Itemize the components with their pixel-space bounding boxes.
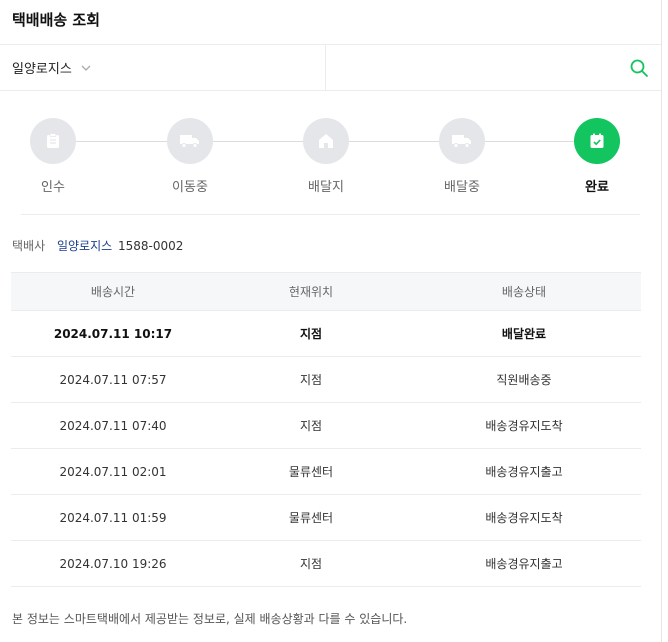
row-time: 2024.07.10 19:26 (11, 540, 215, 587)
row-location: 지점 (215, 402, 407, 449)
row-time: 2024.07.11 10:17 (11, 310, 215, 357)
table-row: 2024.07.11 02:01 물류센터 배송경유지출고 (11, 448, 641, 495)
step-label: 완료 (585, 180, 609, 195)
delivery-tracking-panel: 택배배송 조회 일양로지스 인수 이동중 배달지 배달중 완료 택배사 일양로지… (0, 0, 662, 642)
page-title: 택배배송 조회 (12, 11, 101, 29)
column-header-location: 현재위치 (215, 272, 407, 311)
row-time: 2024.07.11 07:57 (11, 356, 215, 403)
chevron-down-icon (81, 65, 91, 71)
step-received: 인수 (13, 118, 93, 195)
carrier-select[interactable]: 일양로지스 (0, 45, 326, 90)
table-header-row: 배송시간 현재위치 배송상태 (11, 272, 641, 311)
table-row: 2024.07.10 19:26 지점 배송경유지출고 (11, 540, 641, 587)
step-circle (303, 118, 349, 164)
row-time: 2024.07.11 02:01 (11, 448, 215, 495)
truck-icon (452, 135, 471, 148)
carrier-name-link[interactable]: 일양로지스 (57, 239, 112, 253)
step-completed: 완료 (557, 118, 637, 195)
row-time: 2024.07.11 07:40 (11, 402, 215, 449)
header: 택배배송 조회 (0, 0, 661, 45)
step-in-transit: 이동중 (150, 118, 230, 195)
carrier-phone: 1588-0002 (117, 239, 184, 253)
row-location: 지점 (215, 356, 407, 403)
tracking-number-input[interactable] (338, 60, 629, 75)
tracking-history-table: 배송시간 현재위치 배송상태 2024.07.11 10:17 지점 배달완료 … (11, 272, 641, 587)
step-out-for-delivery: 배달중 (422, 118, 502, 195)
table-row: 2024.07.11 07:40 지점 배송경유지도착 (11, 402, 641, 449)
step-circle (574, 118, 620, 164)
carrier-select-value: 일양로지스 (12, 62, 72, 77)
row-status: 배송경유지도착 (407, 494, 641, 541)
step-label: 배달중 (444, 180, 480, 195)
row-status: 배달완료 (407, 310, 641, 357)
step-circle (30, 118, 76, 164)
step-circle (167, 118, 213, 164)
step-circle (439, 118, 485, 164)
row-location: 물류센터 (215, 448, 407, 495)
table-row: 2024.07.11 10:17 지점 배달완료 (11, 310, 641, 357)
truck-icon (180, 135, 199, 148)
row-status: 직원배송중 (407, 356, 641, 403)
disclaimer-notice: 본 정보는 스마트택배에서 제공받는 정보로, 실제 배송상황과 다를 수 있습… (12, 612, 408, 626)
carrier-info: 택배사 일양로지스 1588-0002 (0, 215, 661, 271)
check-clipboard-icon (590, 133, 604, 148)
delivery-steps: 인수 이동중 배달지 배달중 완료 (21, 91, 640, 215)
search-field (326, 45, 661, 90)
column-header-time: 배송시간 (11, 272, 215, 311)
row-status: 배송경유지도착 (407, 402, 641, 449)
row-status: 배송경유지출고 (407, 448, 641, 495)
row-location: 지점 (215, 540, 407, 587)
column-header-status: 배송상태 (407, 272, 641, 311)
step-label: 이동중 (172, 180, 208, 195)
step-label: 배달지 (308, 180, 344, 195)
row-location: 물류센터 (215, 494, 407, 541)
row-status: 배송경유지출고 (407, 540, 641, 587)
house-icon (319, 134, 333, 148)
table-row: 2024.07.11 07:57 지점 직원배송중 (11, 356, 641, 403)
row-time: 2024.07.11 01:59 (11, 494, 215, 541)
row-location: 지점 (215, 310, 407, 357)
clipboard-icon (47, 133, 59, 148)
table-row: 2024.07.11 01:59 물류센터 배송경유지도착 (11, 494, 641, 541)
step-label: 인수 (41, 180, 65, 195)
search-bar: 일양로지스 (0, 45, 661, 91)
carrier-label: 택배사 (12, 239, 46, 253)
search-icon[interactable] (629, 58, 649, 78)
step-destination: 배달지 (286, 118, 366, 195)
